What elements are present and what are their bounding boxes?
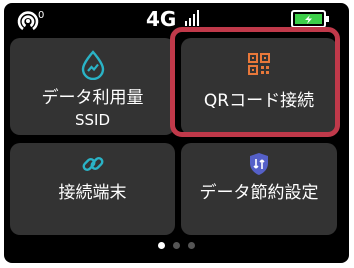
network-type: 4G — [146, 7, 177, 31]
status-bar: 0 4G — [4, 3, 349, 33]
wifi-connection-count: 0 — [38, 10, 44, 21]
signal-strength-icon — [185, 10, 199, 26]
tile-qr-connect[interactable]: QRコード接続 — [181, 38, 337, 135]
page-indicator — [4, 242, 349, 249]
tile-data-usage-label: データ利用量 — [41, 88, 144, 108]
page-dot-2[interactable] — [173, 242, 180, 249]
qr-code-icon — [248, 53, 270, 75]
battery-charging-icon — [291, 10, 329, 28]
tile-ssid-label: SSID — [74, 111, 111, 129]
tile-connected-devices[interactable]: 接続端末 — [10, 143, 175, 235]
data-saver-shield-icon — [250, 153, 268, 175]
data-usage-icon — [81, 50, 104, 80]
page-dot-1[interactable] — [158, 242, 165, 249]
device-frame: 0 4G データ利用量 SSID QRコード接続 接続端末 データ節約設定 — [0, 0, 354, 268]
wifi-hotspot-icon: 0 — [17, 10, 44, 31]
page-dot-3[interactable] — [188, 242, 195, 249]
tile-data-saver-label: データ節約設定 — [199, 183, 319, 203]
tile-qr-connect-label: QRコード接続 — [203, 91, 315, 111]
link-icon — [82, 157, 103, 171]
tile-connected-devices-label: 接続端末 — [58, 183, 127, 203]
device-screen: 0 4G データ利用量 SSID QRコード接続 接続端末 データ節約設定 — [4, 3, 349, 263]
tile-data-usage[interactable]: データ利用量 SSID — [10, 38, 175, 135]
tile-data-saver[interactable]: データ節約設定 — [181, 143, 337, 235]
